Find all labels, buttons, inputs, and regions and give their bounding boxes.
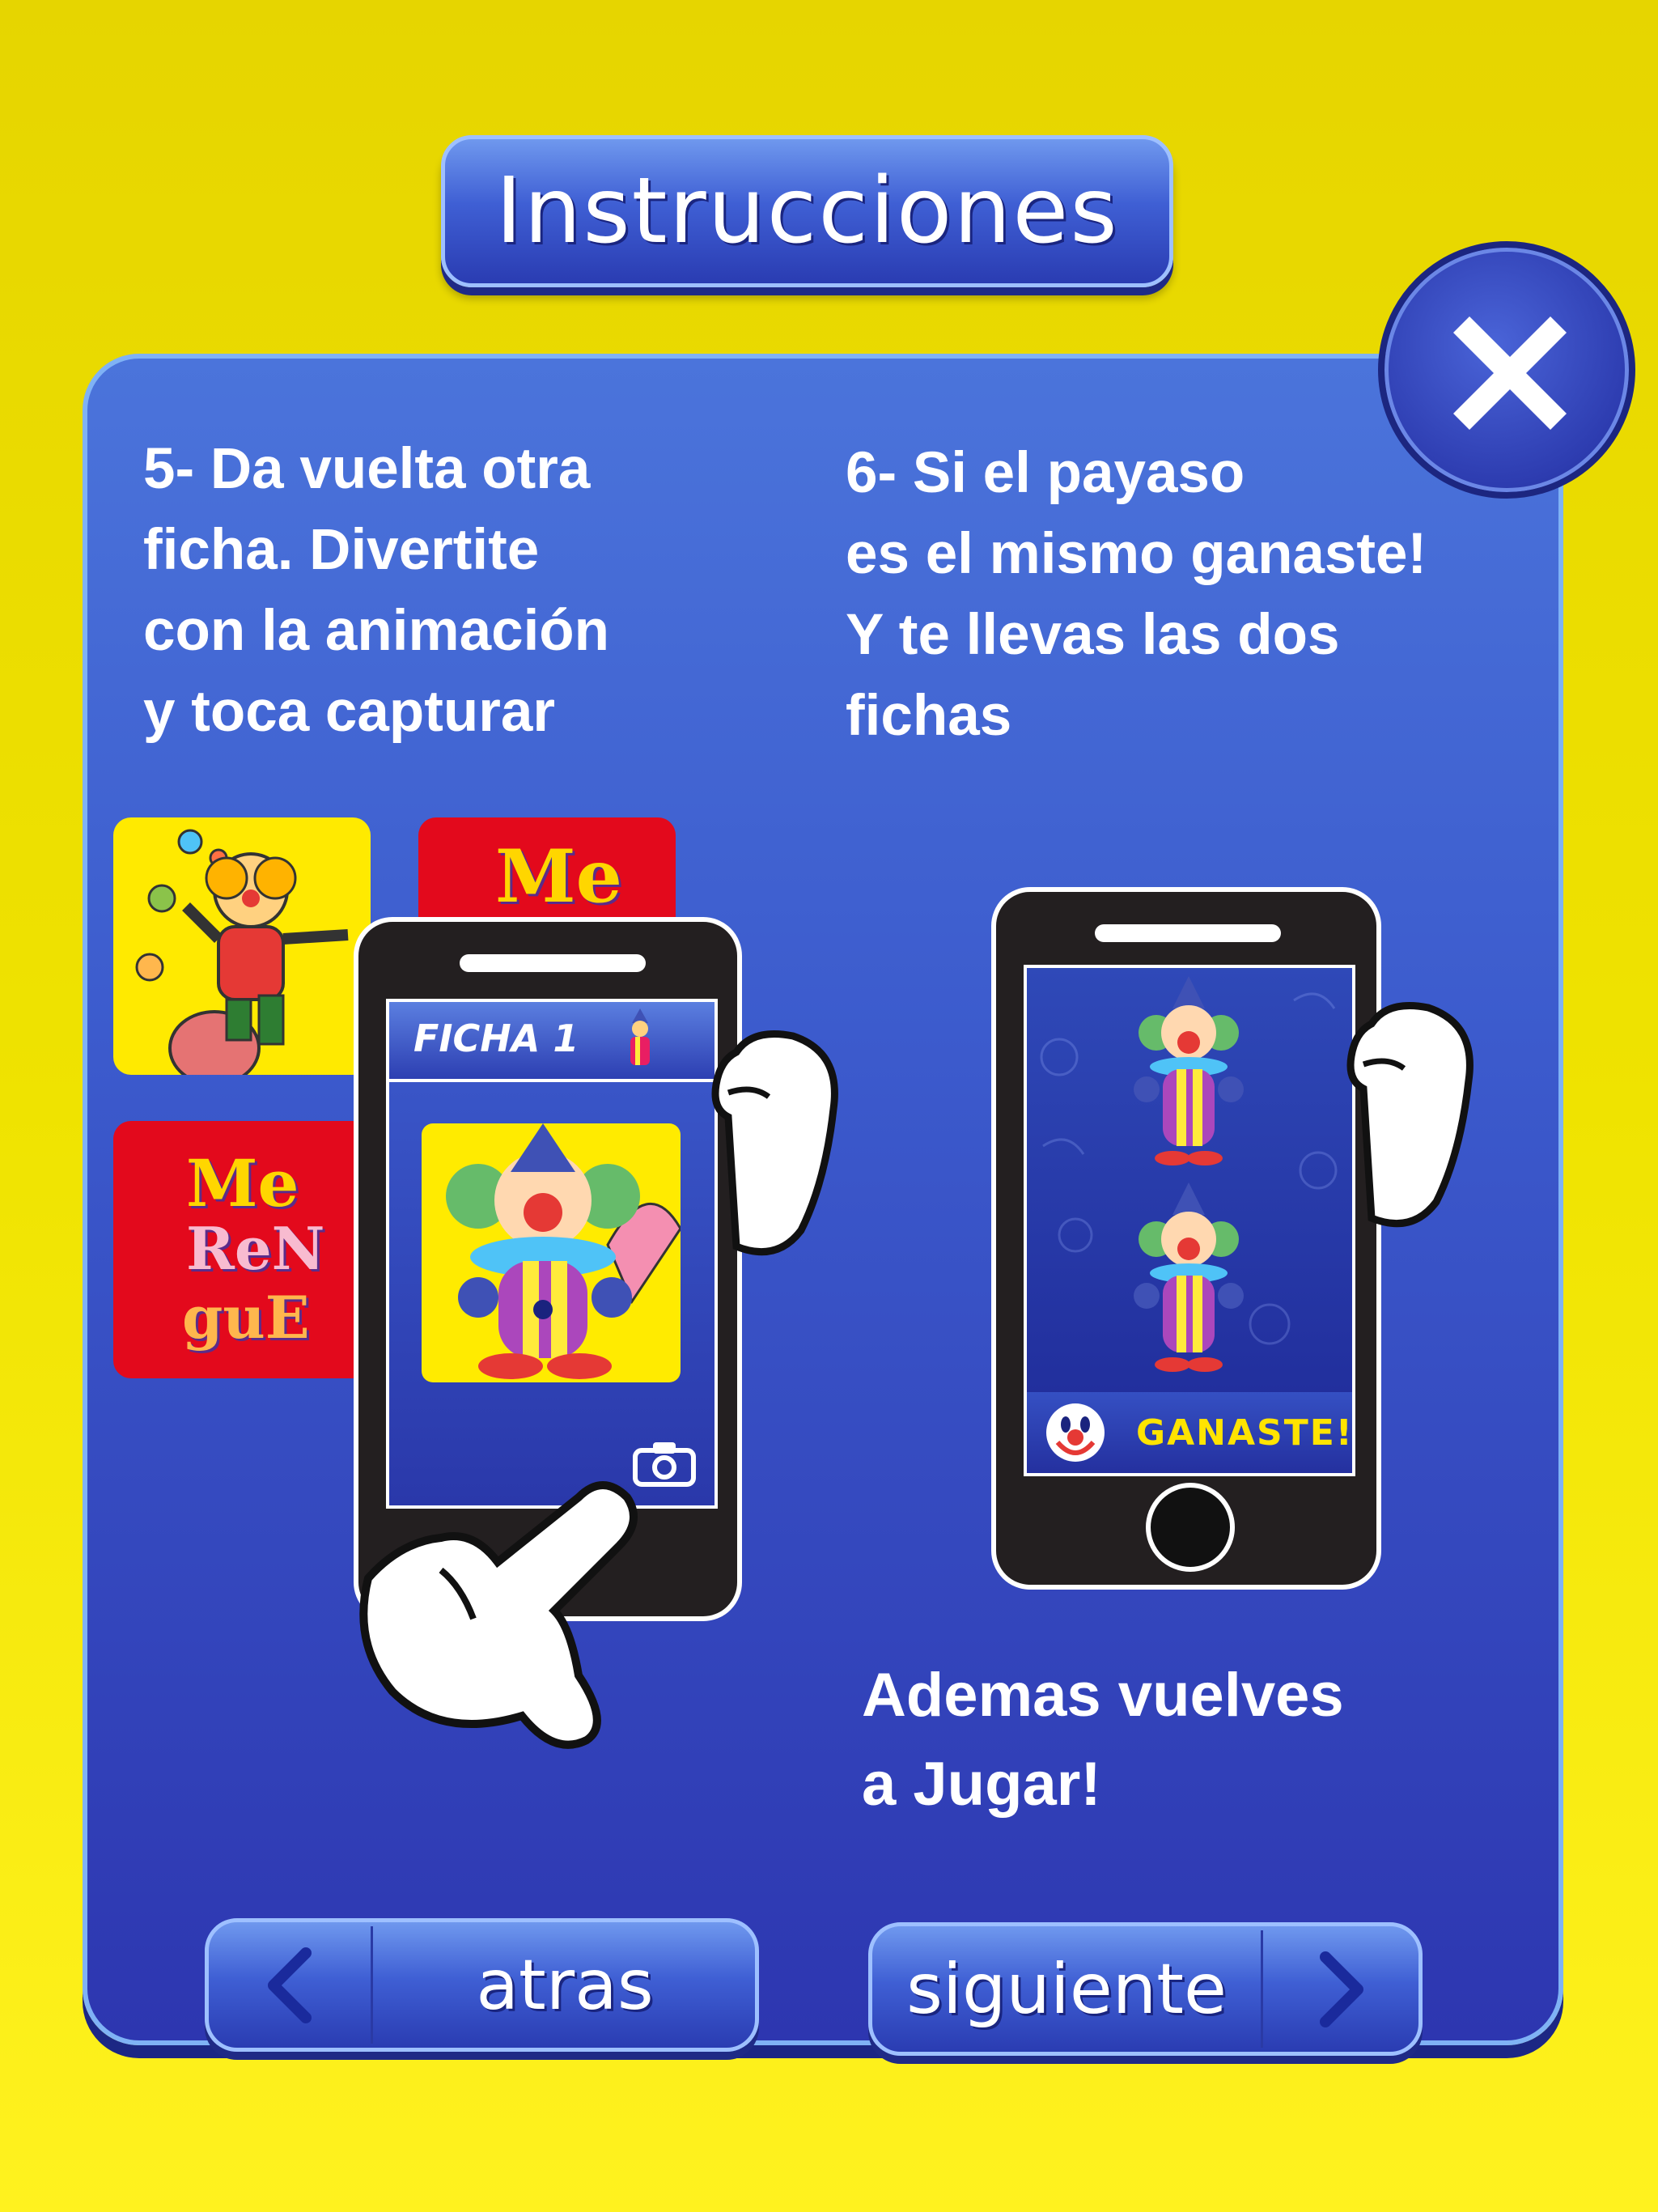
logo-text-top: Me bbox=[495, 834, 622, 919]
home-button[interactable] bbox=[1146, 1483, 1235, 1572]
phone-winner: GANASTE! bbox=[991, 887, 1381, 1590]
next-divider bbox=[1261, 1930, 1263, 2048]
chevron-left-icon bbox=[209, 1922, 371, 2048]
play-again-text: Ademas vuelves a Jugar! bbox=[862, 1661, 1344, 1819]
merengue-card: Me ReN guE bbox=[113, 1121, 371, 1378]
step-6-text: 6- Si el payaso es el mismo ganaste! Y t… bbox=[846, 441, 1427, 748]
glove-hand-left bbox=[711, 1030, 838, 1256]
winner-text: GANASTE! bbox=[1136, 1412, 1354, 1454]
back-label: atras bbox=[476, 1944, 654, 2026]
logo-text-2: ReN bbox=[186, 1214, 325, 1283]
next-button[interactable]: siguiente bbox=[868, 1922, 1423, 2056]
clown-face-icon bbox=[1046, 1403, 1105, 1462]
ficha-header: FICHA 1 bbox=[389, 1002, 715, 1082]
step-5-text: 5- Da vuelta otra ficha. Divertite con l… bbox=[143, 437, 610, 744]
glove-hand-right bbox=[1346, 1002, 1474, 1228]
pointing-hand-icon bbox=[359, 1481, 638, 1749]
phone-screen-2: GANASTE! bbox=[1024, 965, 1355, 1476]
title-banner: Instrucciones bbox=[441, 135, 1173, 287]
phone-screen: FICHA 1 bbox=[386, 999, 718, 1509]
chevron-right-icon bbox=[1265, 1926, 1418, 2052]
clown-photo bbox=[422, 1123, 681, 1382]
logo-text-3: guE bbox=[182, 1283, 310, 1352]
winner-banner: GANASTE! bbox=[1027, 1392, 1352, 1473]
close-icon bbox=[1453, 316, 1567, 430]
logo-text-1: Me bbox=[186, 1145, 299, 1221]
back-button[interactable]: atras bbox=[205, 1918, 759, 2052]
next-label: siguiente bbox=[906, 1948, 1227, 2030]
clown-card bbox=[113, 817, 371, 1075]
back-divider bbox=[371, 1926, 373, 2044]
mini-clown-icon bbox=[630, 1008, 650, 1065]
two-clowns-illustration bbox=[1040, 976, 1338, 1372]
phone-speaker bbox=[460, 954, 646, 972]
phone-speaker-2 bbox=[1095, 924, 1281, 942]
page-title: Instrucciones bbox=[495, 159, 1119, 264]
ficha-title: FICHA 1 bbox=[413, 1017, 579, 1060]
juggling-clown-illustration bbox=[135, 829, 349, 1075]
